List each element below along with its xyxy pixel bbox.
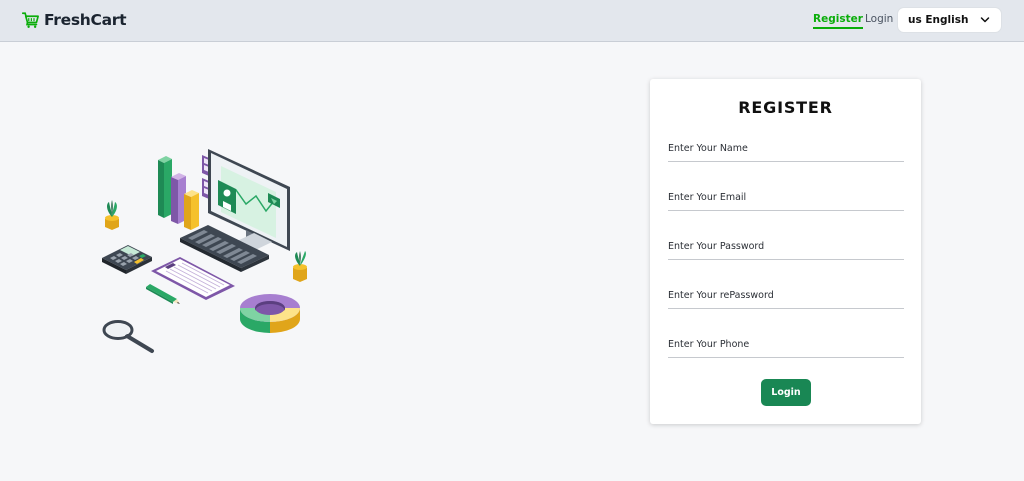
nav-login-link[interactable]: Login [865, 13, 893, 25]
chevron-down-icon [980, 17, 990, 23]
brand-logo-link[interactable]: FreshCart [22, 10, 127, 30]
nav-register-link[interactable]: Register [813, 13, 863, 29]
brand-name: FreshCart [44, 11, 127, 29]
register-title: REGISTER [738, 98, 833, 117]
navbar: FreshCart Register Login us English [0, 0, 1024, 42]
magnifier-graphic [102, 320, 154, 353]
plant-graphic-right [293, 251, 307, 282]
phone-field[interactable] [668, 336, 904, 358]
language-select[interactable]: us English [897, 7, 1002, 33]
bar-chart-graphic [158, 156, 199, 230]
donut-chart-graphic [240, 294, 300, 333]
plant-graphic-left [105, 200, 119, 230]
pencil-graphic [146, 284, 180, 304]
register-card: REGISTER Login [650, 79, 921, 424]
repassword-field[interactable] [668, 287, 904, 309]
submit-button[interactable]: Login [761, 379, 811, 406]
analytics-workspace-illustration [102, 149, 307, 353]
calculator-graphic [102, 245, 152, 274]
cart-icon [22, 12, 39, 28]
language-selected-value: us English [908, 14, 969, 26]
name-field[interactable] [668, 140, 904, 162]
email-field[interactable] [668, 189, 904, 211]
password-field[interactable] [668, 238, 904, 260]
